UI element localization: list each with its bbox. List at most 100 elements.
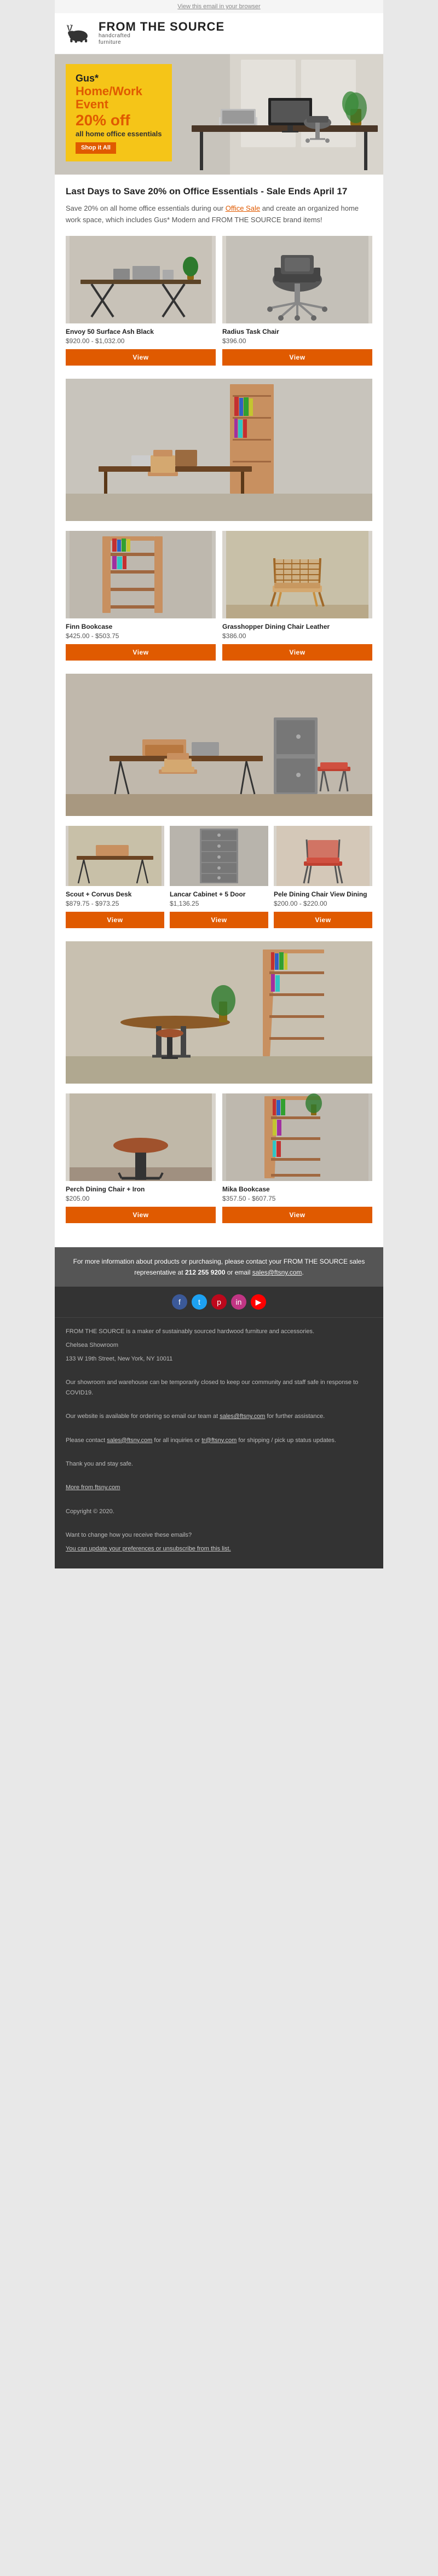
logo-text-group: FROM THE SOURCE handcrafted furniture <box>99 21 224 46</box>
view-browser-link[interactable]: View this email in your browser <box>177 3 260 10</box>
product-card-finn: Finn Bookcase $425.00 - $503.75 View <box>66 531 216 664</box>
view-button-grasshopper[interactable]: View <box>222 644 372 661</box>
twitter-icon[interactable]: t <box>192 1294 207 1310</box>
office-sale-link[interactable]: Office Sale <box>226 204 260 212</box>
footer-contact-note: Please contact sales@ftsny.com for all i… <box>66 1435 372 1446</box>
footer-unsubscribe-link[interactable]: You can update your preferences or unsub… <box>66 1545 231 1552</box>
product-name-lancar: Lancar Cabinet + 5 Door <box>170 890 268 898</box>
footer-bottom-section: FROM THE SOURCE is a maker of sustainabl… <box>55 1317 383 1568</box>
hero-text-block: Gus* Home/Work Event 20% off all home of… <box>66 64 172 161</box>
footer-website-note: Our website is available for ordering so… <box>66 1411 372 1422</box>
product-image-scout-full <box>66 674 372 816</box>
product-info-perch: Perch Dining Chair + Iron $205.00 View <box>66 1181 216 1226</box>
logo-area: FROM THE SOURCE handcrafted furniture <box>66 21 224 46</box>
product-name-pele: Pele Dining Chair View Dining <box>274 890 372 898</box>
view-button-perch[interactable]: View <box>66 1207 216 1223</box>
footer-covid-note: Our showroom and warehouse can be tempor… <box>66 1377 372 1398</box>
footer-thanks: Thank you and stay safe. <box>66 1459 372 1469</box>
product-full-finn <box>66 379 372 521</box>
view-button-scout[interactable]: View <box>66 912 164 928</box>
product-price-perch: $205.00 <box>66 1195 216 1202</box>
product-info-pele: Pele Dining Chair View Dining $200.00 - … <box>274 886 372 931</box>
footer-showroom-address: 133 W 19th Street, New York, NY 10011 <box>66 1354 372 1364</box>
view-button-envoy[interactable]: View <box>66 349 216 366</box>
product-name-perch: Perch Dining Chair + Iron <box>66 1185 216 1193</box>
product-image-perch <box>66 1093 216 1181</box>
social-icons-group: f t p in ▶ <box>62 1294 376 1310</box>
product-card-radius: Radius Task Chair $396.00 View <box>222 236 372 369</box>
product-price-mika: $357.50 - $607.75 <box>222 1195 372 1202</box>
view-button-mika[interactable]: View <box>222 1207 372 1223</box>
pinterest-icon[interactable]: p <box>211 1294 227 1310</box>
product-price-radius: $396.00 <box>222 337 372 345</box>
facebook-icon[interactable]: f <box>172 1294 187 1310</box>
product-name-mika: Mika Bookcase <box>222 1185 372 1193</box>
logo-animal-icon <box>66 22 93 44</box>
view-button-radius[interactable]: View <box>222 349 372 366</box>
product-full-scout <box>66 674 372 816</box>
product-info-grasshopper: Grasshopper Dining Chair Leather $386.00… <box>222 618 372 664</box>
product-row-4: Perch Dining Chair + Iron $205.00 View <box>66 1093 372 1226</box>
hero-event-line2: Event <box>76 98 162 111</box>
product-info-mika: Mika Bookcase $357.50 - $607.75 View <box>222 1181 372 1226</box>
product-row-3: Scout + Corvus Desk $879.75 - $973.25 Vi… <box>66 826 372 931</box>
header: FROM THE SOURCE handcrafted furniture <box>55 13 383 54</box>
product-image-finn-full <box>66 379 372 521</box>
hero-brand: Gus* <box>76 73 162 85</box>
hero-discount: 20% off <box>76 111 162 130</box>
product-price-finn: $425.00 - $503.75 <box>66 632 216 640</box>
product-price-grasshopper: $386.00 <box>222 632 372 640</box>
logo-name: FROM THE SOURCE <box>99 21 224 33</box>
product-image-mika <box>222 1093 372 1181</box>
product-image-pele <box>274 826 372 886</box>
footer-copyright: Copyright © 2020. <box>66 1507 372 1517</box>
product-name-grasshopper: Grasshopper Dining Chair Leather <box>222 623 372 630</box>
product-price-envoy: $920.00 - $1,032.00 <box>66 337 216 345</box>
footer-unsubscribe-note: Want to change how you receive these ema… <box>66 1530 372 1541</box>
product-info-radius: Radius Task Chair $396.00 View <box>222 323 372 369</box>
product-card-lancar: Lancar Cabinet + 5 Door $1,136.25 View <box>170 826 268 931</box>
product-name-envoy: Envoy 50 Surface Ash Black <box>66 328 216 335</box>
logo-subtitle: handcrafted furniture <box>99 33 224 46</box>
product-name-scout: Scout + Corvus Desk <box>66 890 164 898</box>
main-title: Last Days to Save 20% on Office Essentia… <box>66 186 372 198</box>
product-card-pele: Pele Dining Chair View Dining $200.00 - … <box>274 826 372 931</box>
footer-contact-section: For more information about products or p… <box>55 1247 383 1287</box>
product-price-lancar: $1,136.25 <box>170 900 268 907</box>
youtube-icon[interactable]: ▶ <box>251 1294 266 1310</box>
product-image-perch-full <box>66 941 372 1084</box>
product-card-grasshopper: Grasshopper Dining Chair Leather $386.00… <box>222 531 372 664</box>
product-image-grasshopper <box>222 531 372 618</box>
hero-event-line1: Home/Work <box>76 85 162 98</box>
footer-social-section: f t p in ▶ <box>55 1287 383 1317</box>
footer-showroom-label: Chelsea Showroom <box>66 1340 372 1351</box>
product-full-perch <box>66 941 372 1084</box>
product-info-envoy: Envoy 50 Surface Ash Black $920.00 - $1,… <box>66 323 216 369</box>
product-image-finn <box>66 531 216 618</box>
footer-tr-link[interactable]: tr@ftsny.com <box>201 1437 237 1444</box>
main-description: Save 20% on all home office essentials d… <box>66 203 372 226</box>
product-info-finn: Finn Bookcase $425.00 - $503.75 View <box>66 618 216 664</box>
product-name-finn: Finn Bookcase <box>66 623 216 630</box>
footer-more-link[interactable]: More from ftsny.com <box>66 1484 120 1491</box>
product-card-perch: Perch Dining Chair + Iron $205.00 View <box>66 1093 216 1226</box>
footer-email-link[interactable]: sales@ftsny.com <box>252 1269 302 1276</box>
hero-shop-link[interactable]: Shop it All <box>76 142 116 154</box>
product-row-2: Finn Bookcase $425.00 - $503.75 View <box>66 531 372 664</box>
product-price-pele: $200.00 - $220.00 <box>274 900 372 907</box>
footer-sales-email-link[interactable]: sales@ftsny.com <box>220 1413 265 1420</box>
product-image-lancar <box>170 826 268 886</box>
product-price-scout: $879.75 - $973.25 <box>66 900 164 907</box>
footer-brand-desc: FROM THE SOURCE is a maker of sustainabl… <box>66 1327 372 1337</box>
main-content: Last Days to Save 20% on Office Essentia… <box>55 175 383 1247</box>
product-card-mika: Mika Bookcase $357.50 - $607.75 View <box>222 1093 372 1226</box>
product-row-1: Envoy 50 Surface Ash Black $920.00 - $1,… <box>66 236 372 369</box>
product-image-envoy <box>66 236 216 323</box>
product-name-radius: Radius Task Chair <box>222 328 372 335</box>
footer-sales-link2[interactable]: sales@ftsny.com <box>107 1437 152 1444</box>
view-button-pele[interactable]: View <box>274 912 372 928</box>
footer-contact-text: For more information about products or p… <box>73 1258 365 1276</box>
view-button-lancar[interactable]: View <box>170 912 268 928</box>
view-button-finn[interactable]: View <box>66 644 216 661</box>
instagram-icon[interactable]: in <box>231 1294 246 1310</box>
